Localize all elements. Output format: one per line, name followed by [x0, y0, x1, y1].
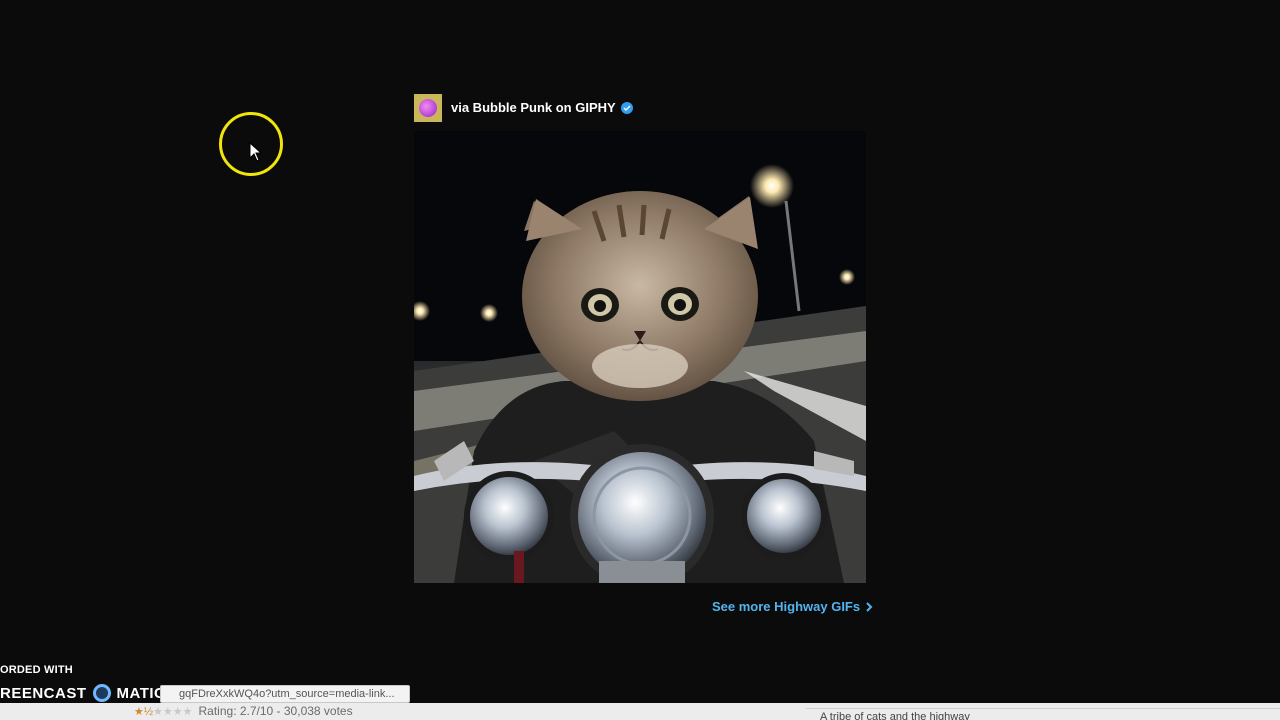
cat-motorcycle-gif[interactable] [414, 131, 866, 583]
rating-row: ★½★★★★ Rating: 2.7/10 - 30,038 votes [134, 704, 353, 718]
record-dot-icon [92, 684, 111, 702]
creator-avatar[interactable] [414, 93, 442, 122]
description-snippet: A tribe of cats and the highway [806, 708, 1280, 720]
chevron-right-icon [866, 601, 873, 612]
gif-attribution[interactable]: via Bubble Punk on GIPHY [414, 93, 633, 122]
via-creator-link[interactable]: via Bubble Punk on GIPHY [451, 100, 616, 115]
verified-check-icon [620, 101, 633, 114]
see-more-label[interactable]: See more Highway GIFs [712, 599, 860, 614]
status-url-tooltip: gqFDreXxkWQ4o?utm_source=media-link... [160, 685, 410, 703]
recorder-brand: REENCAST MATIC [0, 684, 165, 702]
see-more-link[interactable]: See more Highway GIFs [712, 599, 873, 614]
recorder-brand-right: MATIC [116, 684, 166, 702]
recorder-brand-left: REENCAST [0, 684, 87, 702]
rating-text: Rating: 2.7/10 - 30,038 votes [198, 704, 353, 718]
mouse-pointer-icon [249, 142, 263, 162]
star-rating-icon: ★½★★★★ [134, 705, 193, 718]
recorder-label: ORDED WITH [0, 664, 73, 676]
